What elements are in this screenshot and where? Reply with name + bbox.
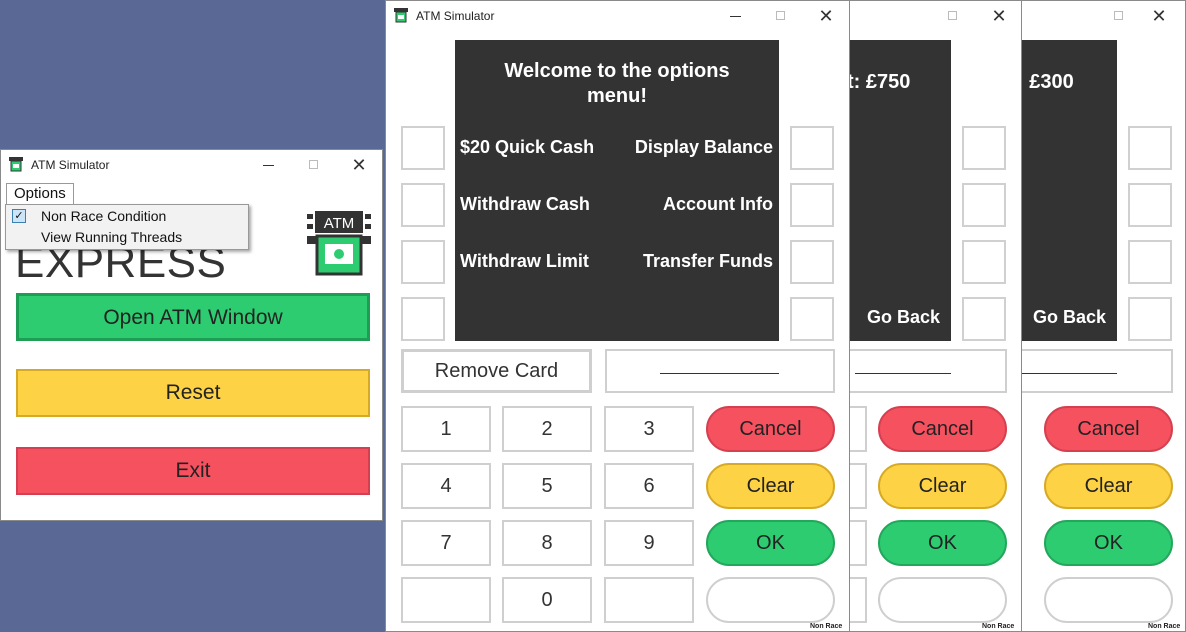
open-atm-window-button[interactable]: Open ATM Window — [16, 293, 370, 341]
entry-display — [605, 349, 835, 393]
side-button-left-1[interactable] — [401, 126, 445, 170]
launcher-titlebar[interactable]: ATM Simulator ✕ — [1, 150, 382, 180]
side-button-right-1[interactable] — [962, 126, 1006, 170]
mode-label: Non Race — [1148, 623, 1181, 630]
balance-text: : £300 — [1017, 71, 1074, 93]
remove-card-button[interactable]: Remove Card — [401, 349, 592, 393]
maximize-button[interactable] — [943, 6, 963, 26]
menu-item-label: View Running Threads — [41, 229, 183, 245]
window-title: ATM Simulator — [31, 158, 110, 172]
atm-screen: Welcome to the options menu! $20 Quick C… — [455, 40, 779, 341]
balance-text: t: £750 — [847, 71, 911, 93]
side-button-right-3[interactable] — [1128, 240, 1172, 284]
menu-item-view-running-threads[interactable]: View Running Threads — [6, 229, 248, 249]
cancel-button[interactable]: Cancel — [1044, 406, 1173, 452]
atm-window-3-titlebar[interactable]: ✕ — [1011, 1, 1185, 31]
side-button-left-4[interactable] — [401, 297, 445, 341]
atm-app-icon — [394, 8, 408, 23]
close-button[interactable]: ✕ — [989, 6, 1009, 26]
atm-window-main-titlebar[interactable]: ATM Simulator ✕ — [386, 1, 849, 31]
maximize-button[interactable] — [304, 155, 324, 175]
side-button-right-4[interactable] — [790, 297, 834, 341]
atm-logo-text: ATM — [324, 215, 355, 232]
atm-screen: t: £750 Go Back — [845, 40, 951, 341]
ok-button[interactable]: OK — [878, 520, 1007, 566]
side-button-right-1[interactable] — [790, 126, 834, 170]
clear-button[interactable]: Clear — [878, 463, 1007, 509]
keypad-9[interactable]: 9 — [604, 520, 694, 566]
keypad-5[interactable]: 5 — [502, 463, 592, 509]
side-button-right-2[interactable] — [1128, 183, 1172, 227]
minimize-button[interactable] — [259, 155, 279, 175]
menu-item-label: Non Race Condition — [41, 208, 167, 224]
mode-label: Non Race — [810, 623, 843, 630]
side-button-right-2[interactable] — [790, 183, 834, 227]
entry-display — [1011, 349, 1173, 393]
atm-window-main: ATM Simulator ✕ Welcome to the options m… — [385, 0, 850, 632]
checkmark-icon: ✓ — [12, 209, 26, 223]
close-button[interactable]: ✕ — [349, 155, 369, 175]
window-title: ATM Simulator — [416, 9, 495, 23]
cancel-button[interactable]: Cancel — [878, 406, 1007, 452]
side-button-left-2[interactable] — [401, 183, 445, 227]
menu-item-non-race-condition[interactable]: ✓ Non Race Condition — [6, 207, 248, 227]
side-button-right-3[interactable] — [790, 240, 834, 284]
maximize-button[interactable] — [1109, 6, 1129, 26]
option-transfer-funds: Transfer Funds — [642, 251, 773, 271]
entry-display — [845, 349, 1007, 393]
go-back-option: Go Back — [1033, 307, 1107, 327]
option-account-info: Account Info — [663, 194, 773, 214]
keypad-1[interactable]: 1 — [401, 406, 491, 452]
keypad-7[interactable]: 7 — [401, 520, 491, 566]
options-menu[interactable]: Options — [6, 183, 74, 204]
side-button-right-4[interactable] — [962, 297, 1006, 341]
side-button-right-4[interactable] — [1128, 297, 1172, 341]
atm-logo: ATM — [307, 211, 371, 276]
keypad-blank-right[interactable] — [604, 577, 694, 623]
reset-button[interactable]: Reset — [16, 369, 370, 417]
screen-heading: Welcome to the options menu! — [504, 60, 730, 107]
close-button[interactable]: ✕ — [1149, 6, 1169, 26]
exit-button[interactable]: Exit — [16, 447, 370, 495]
blank-button[interactable] — [878, 577, 1007, 623]
options-dropdown: ✓ Non Race Condition View Running Thread… — [5, 204, 249, 250]
side-button-right-2[interactable] — [962, 183, 1006, 227]
atm-window-2: ✕ t: £750 Go Back Cancel Clear OK Non Ra… — [844, 0, 1022, 632]
keypad-0[interactable]: 0 — [502, 577, 592, 623]
keypad-8[interactable]: 8 — [502, 520, 592, 566]
side-button-left-3[interactable] — [401, 240, 445, 284]
atm-screen: : £300 Go Back — [1011, 40, 1117, 341]
keypad-4[interactable]: 4 — [401, 463, 491, 509]
mode-label: Non Race — [982, 623, 1015, 630]
atm-app-icon — [9, 157, 23, 172]
cancel-button[interactable]: Cancel — [706, 406, 835, 452]
minimize-button[interactable] — [726, 6, 746, 26]
go-back-option: Go Back — [867, 307, 941, 327]
close-button[interactable]: ✕ — [816, 6, 836, 26]
option-display-balance: Display Balance — [634, 137, 773, 157]
option-withdraw-cash: Withdraw Cash — [460, 194, 590, 214]
maximize-button[interactable] — [771, 6, 791, 26]
keypad-blank-left[interactable] — [401, 577, 491, 623]
option-quick-cash: $20 Quick Cash — [460, 137, 595, 157]
clear-button[interactable]: Clear — [706, 463, 835, 509]
blank-button[interactable] — [706, 577, 835, 623]
launcher-window: ATM Simulator ✕ EXPRESS ATM Open ATM Win… — [0, 149, 383, 521]
ok-button[interactable]: OK — [1044, 520, 1173, 566]
keypad-2[interactable]: 2 — [502, 406, 592, 452]
option-withdraw-limit: Withdraw Limit — [460, 251, 589, 271]
ok-button[interactable]: OK — [706, 520, 835, 566]
atm-window-3: ✕ : £300 Go Back Cancel Clear OK Non Rac… — [1010, 0, 1186, 632]
blank-button[interactable] — [1044, 577, 1173, 623]
keypad-3[interactable]: 3 — [604, 406, 694, 452]
side-button-right-3[interactable] — [962, 240, 1006, 284]
side-button-right-1[interactable] — [1128, 126, 1172, 170]
keypad-6[interactable]: 6 — [604, 463, 694, 509]
atm-window-2-titlebar[interactable]: ✕ — [845, 1, 1021, 31]
clear-button[interactable]: Clear — [1044, 463, 1173, 509]
